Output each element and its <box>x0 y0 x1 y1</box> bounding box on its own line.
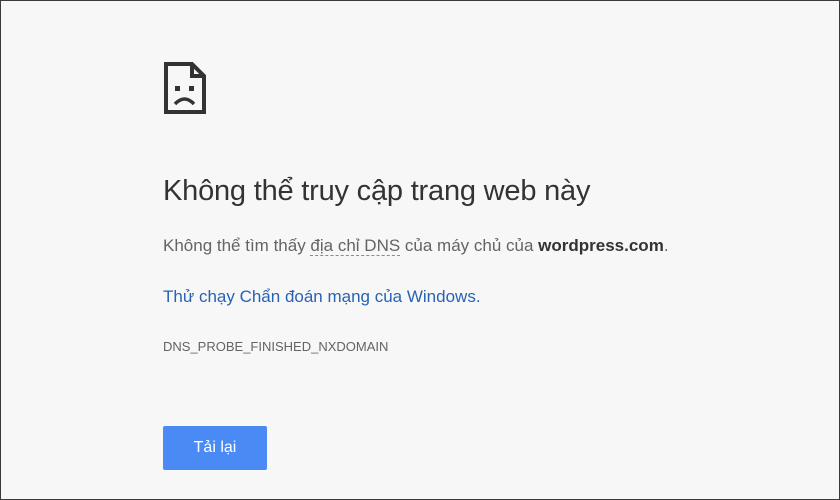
error-page: Không thể truy cập trang web này Không t… <box>0 0 840 500</box>
message-prefix: Không thể tìm thấy <box>163 236 311 255</box>
diagnose-network-link[interactable]: Thử chạy Chẩn đoán mạng của Windows. <box>163 287 481 307</box>
message-suffix: . <box>663 236 669 255</box>
error-message: Không thể tìm thấy địa chỉ DNS của máy c… <box>163 236 669 256</box>
error-code: DNS_PROBE_FINISHED_NXDOMAIN <box>163 339 389 354</box>
message-middle: của máy chủ của <box>400 236 539 255</box>
page-title: Không thể truy cập trang web này <box>163 175 591 207</box>
dns-address-term[interactable]: địa chỉ DNS <box>310 236 401 256</box>
sad-page-icon <box>164 62 206 114</box>
reload-button[interactable]: Tải lại <box>163 426 267 470</box>
host-name: wordpress.com <box>538 236 664 255</box>
